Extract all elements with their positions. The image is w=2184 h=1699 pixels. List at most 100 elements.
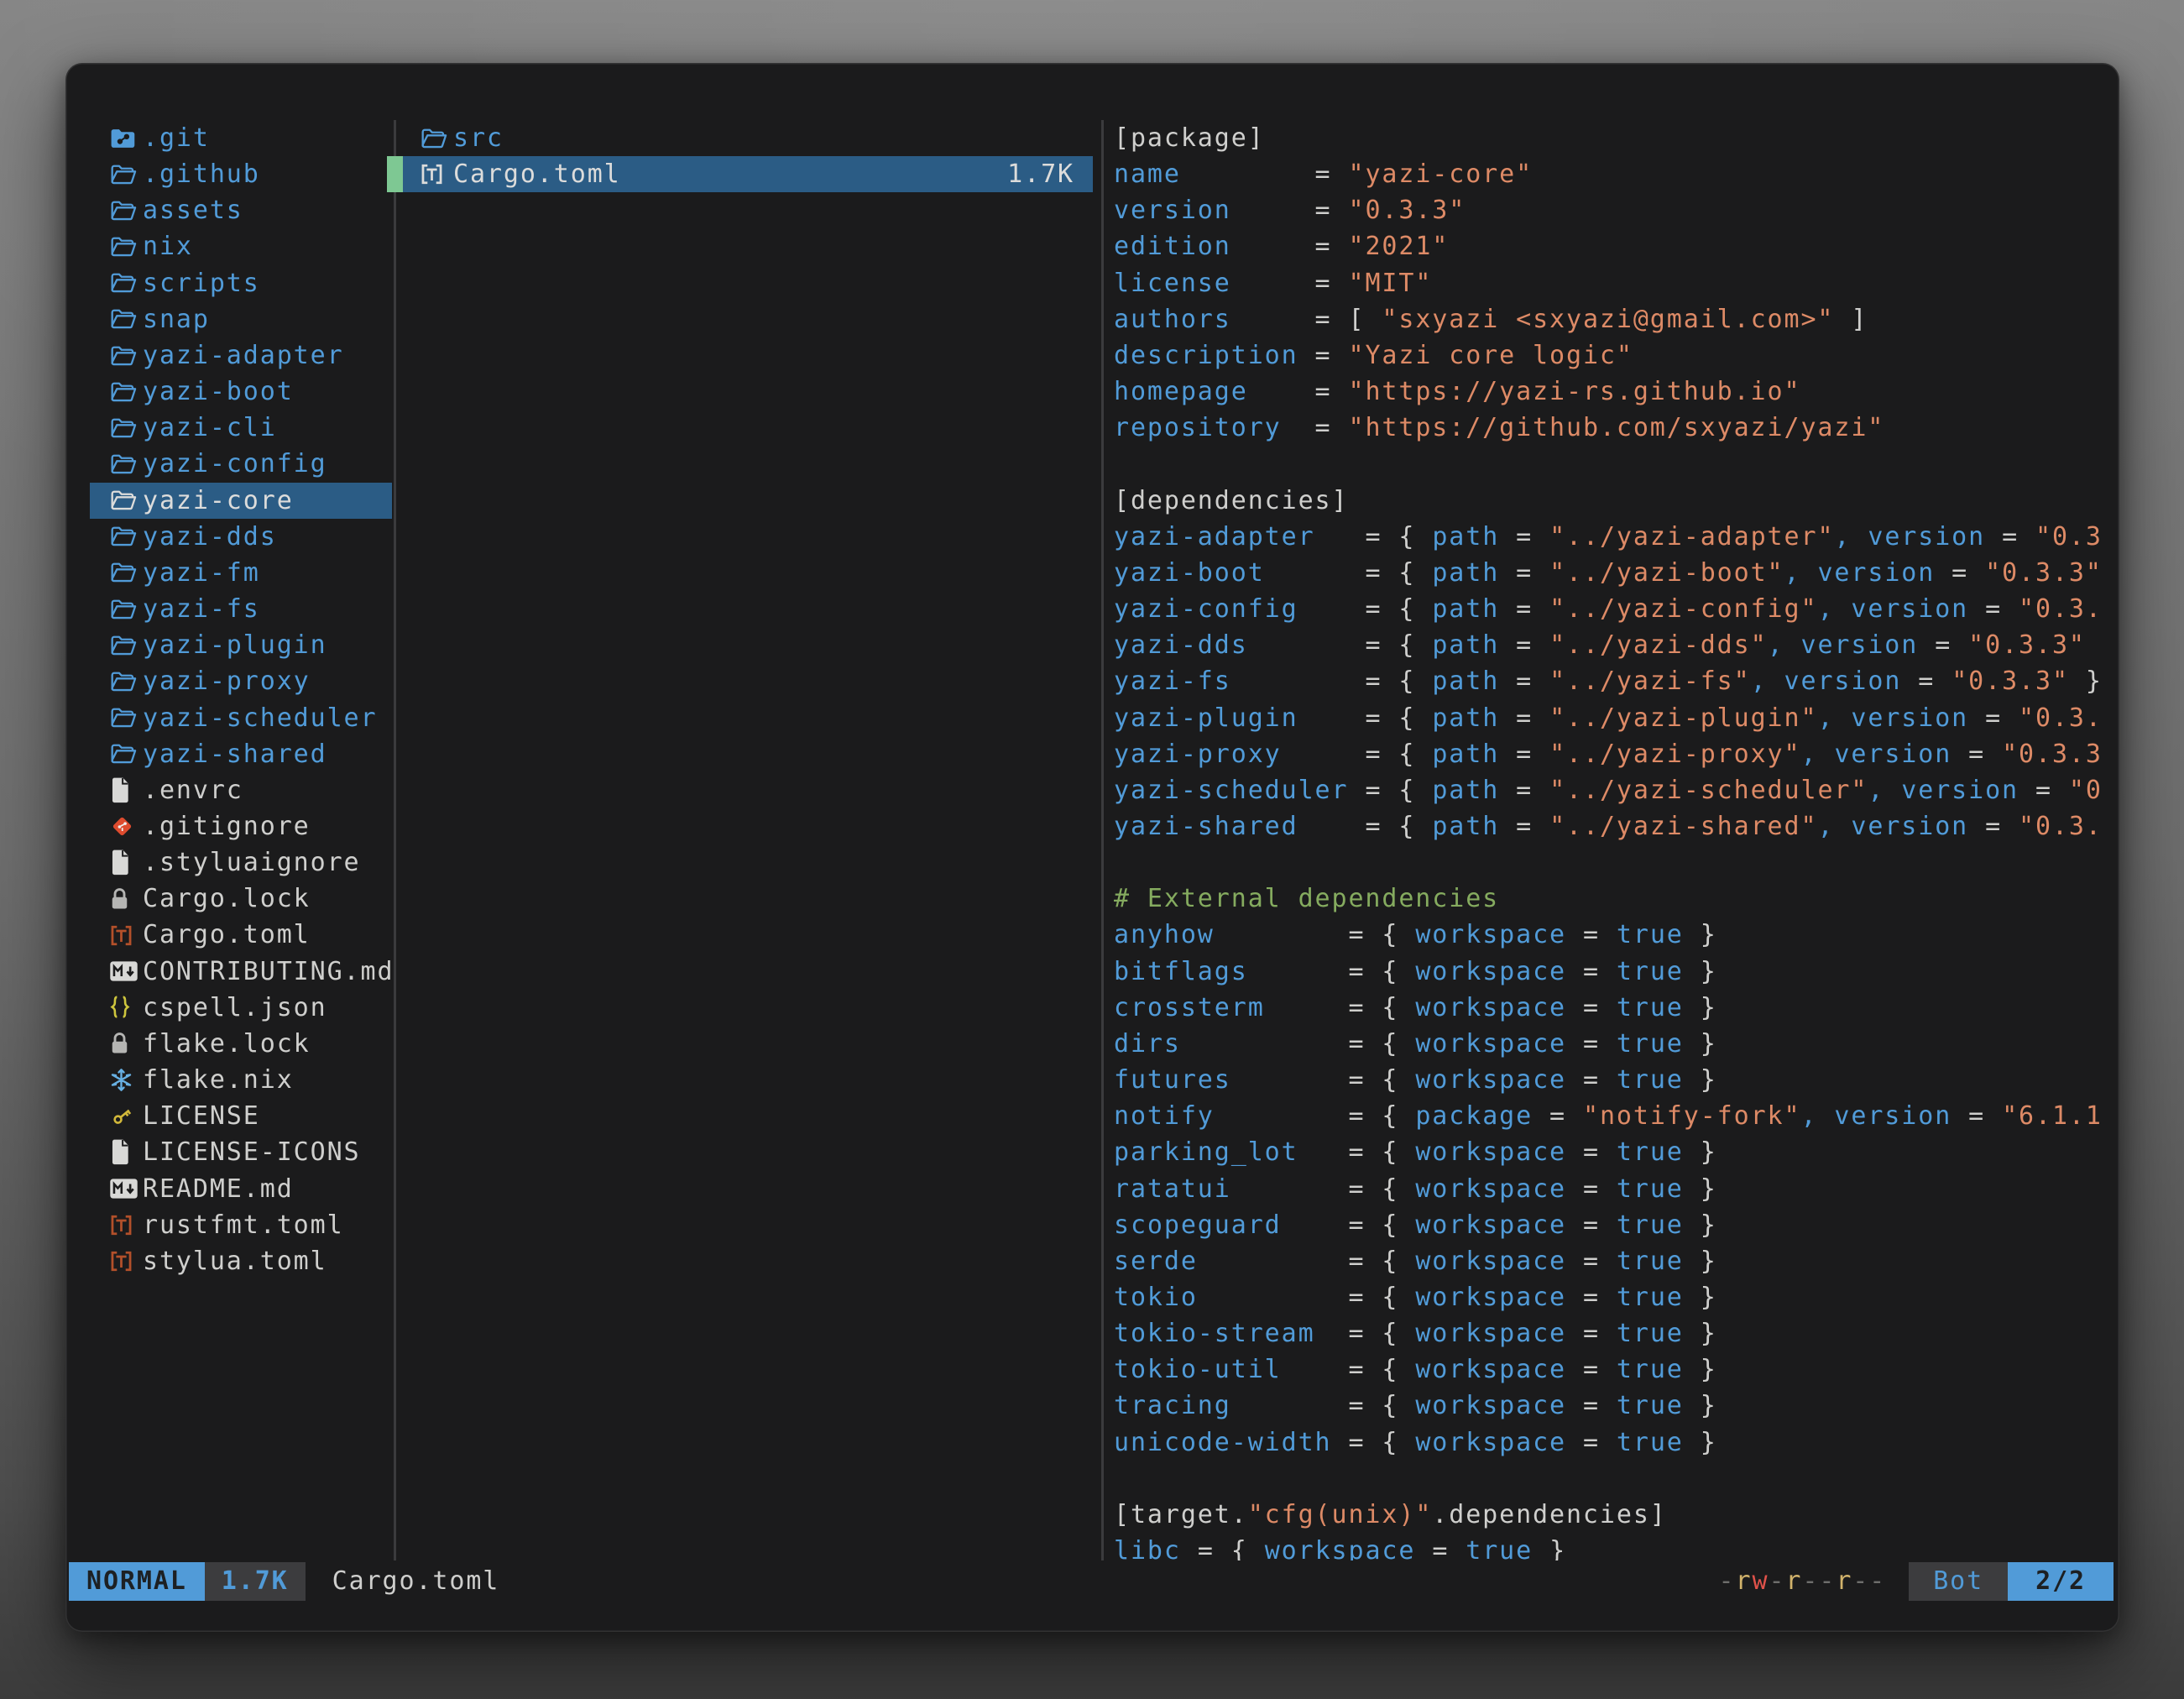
toml-icon: [109, 1213, 143, 1237]
file-icon: [109, 1139, 143, 1165]
row-license[interactable]: LICENSE: [90, 1098, 392, 1134]
row-contributing-md[interactable]: CONTRIBUTING.md: [90, 954, 392, 990]
row-cargo-toml[interactable]: Cargo.toml1.7K: [387, 156, 1093, 192]
row-git[interactable]: .git: [90, 120, 392, 156]
markdown-icon: [109, 1178, 143, 1200]
row-yazi-shared[interactable]: yazi-shared: [90, 736, 392, 772]
preview-line: homepage = "https://yazi-rs.github.io": [1114, 374, 2118, 410]
file-name: .github: [143, 156, 260, 192]
row-yazi-fm[interactable]: yazi-fm: [90, 555, 392, 591]
current-pane: srcCargo.toml1.7K: [387, 120, 1093, 1560]
preview-line: crossterm = { workspace = true }: [1114, 990, 2118, 1026]
preview-line: bitflags = { workspace = true }: [1114, 954, 2118, 990]
row-snap[interactable]: snap: [90, 301, 392, 337]
preview-line: [package]: [1114, 120, 2118, 156]
row-flake-nix[interactable]: flake.nix: [90, 1062, 392, 1098]
row-nix[interactable]: nix: [90, 228, 392, 264]
preview-line: yazi-boot = { path = "../yazi-boot", ver…: [1114, 555, 2118, 591]
preview-line: tokio-util = { workspace = true }: [1114, 1351, 2118, 1388]
preview-line: unicode-width = { workspace = true }: [1114, 1425, 2118, 1461]
row-src[interactable]: src: [387, 120, 1093, 156]
file-size-indicator: 1.7K: [205, 1562, 306, 1601]
preview-line: yazi-adapter = { path = "../yazi-adapter…: [1114, 519, 2118, 555]
file-name: yazi-adapter: [143, 337, 344, 374]
row-readme-md[interactable]: README.md: [90, 1171, 392, 1207]
file-name: Cargo.toml: [143, 917, 311, 953]
preview-line: parking_lot = { workspace = true }: [1114, 1134, 2118, 1170]
preview-line: repository = "https://github.com/sxyazi/…: [1114, 410, 2118, 446]
file-name: src: [453, 120, 504, 156]
folder-icon: [109, 198, 143, 223]
file-name: yazi-dds: [143, 519, 277, 555]
folder-icon: [109, 162, 143, 187]
row-license-icons[interactable]: LICENSE-ICONS: [90, 1134, 392, 1170]
status-bar: NORMAL 1.7K Cargo.toml -rw-r--r-- Bot 2/…: [69, 1562, 2113, 1601]
preview-line: yazi-scheduler = { path = "../yazi-sched…: [1114, 772, 2118, 808]
row-stylua-toml[interactable]: stylua.toml: [90, 1243, 392, 1279]
file-name: snap: [143, 301, 210, 337]
folder-icon: [109, 597, 143, 622]
file-icon: [109, 850, 143, 876]
row-scripts[interactable]: scripts: [90, 265, 392, 301]
preview-line: serde = { workspace = true }: [1114, 1243, 2118, 1279]
file-name: .git: [143, 120, 210, 156]
preview-line: edition = "2021": [1114, 228, 2118, 264]
preview-line: version = "0.3.3": [1114, 192, 2118, 228]
row-yazi-core[interactable]: yazi-core: [90, 483, 392, 519]
row-yazi-fs[interactable]: yazi-fs: [90, 591, 392, 627]
row-yazi-proxy[interactable]: yazi-proxy: [90, 663, 392, 699]
preview-line: yazi-plugin = { path = "../yazi-plugin",…: [1114, 700, 2118, 736]
preview-line: tracing = { workspace = true }: [1114, 1388, 2118, 1424]
row-yazi-adapter[interactable]: yazi-adapter: [90, 337, 392, 374]
row-flake-lock[interactable]: flake.lock: [90, 1026, 392, 1062]
row-yazi-scheduler[interactable]: yazi-scheduler: [90, 700, 392, 736]
file-name: yazi-core: [143, 483, 294, 519]
file-name: scripts: [143, 265, 260, 301]
preview-line: description = "Yazi core logic": [1114, 337, 2118, 374]
markdown-icon: [109, 960, 143, 982]
toml-icon: [109, 923, 143, 948]
preview-pane[interactable]: [package]name = "yazi-core"version = "0.…: [1114, 120, 2118, 1560]
row-assets[interactable]: assets: [90, 192, 392, 228]
folder-icon: [109, 306, 143, 332]
row-yazi-boot[interactable]: yazi-boot: [90, 374, 392, 410]
file-name: yazi-fm: [143, 555, 260, 591]
folder-icon: [109, 741, 143, 766]
json-icon: [109, 995, 143, 1021]
selection-marker: [387, 120, 403, 156]
cursor-position-indicator: 2/2: [2008, 1562, 2113, 1601]
row-cargo-toml[interactable]: Cargo.toml: [90, 917, 392, 953]
toml-icon: [420, 162, 453, 186]
row-yazi-dds[interactable]: yazi-dds: [90, 519, 392, 555]
mode-indicator: NORMAL: [69, 1562, 205, 1601]
row-gitignore[interactable]: .gitignore: [90, 808, 392, 844]
folder-icon: [109, 379, 143, 405]
row-cargo-lock[interactable]: Cargo.lock: [90, 881, 392, 917]
row-styluaignore[interactable]: .styluaignore: [90, 844, 392, 881]
row-rustfmt-toml[interactable]: rustfmt.toml: [90, 1207, 392, 1243]
preview-line: # External dependencies: [1114, 881, 2118, 917]
row-envrc[interactable]: .envrc: [90, 772, 392, 808]
folder-icon: [109, 633, 143, 658]
row-cspell-json[interactable]: cspell.json: [90, 990, 392, 1026]
row-yazi-cli[interactable]: yazi-cli: [90, 410, 392, 446]
folder-icon: [109, 705, 143, 730]
folder-icon: [109, 524, 143, 549]
toml-icon: [109, 1249, 143, 1273]
file-name: rustfmt.toml: [143, 1207, 344, 1243]
row-github[interactable]: .github: [90, 156, 392, 192]
row-yazi-config[interactable]: yazi-config: [90, 446, 392, 482]
folder-icon: [109, 560, 143, 585]
file-name: yazi-config: [143, 446, 327, 482]
preview-line: yazi-dds = { path = "../yazi-dds", versi…: [1114, 627, 2118, 663]
lock-icon: [109, 1031, 143, 1056]
preview-line: yazi-shared = { path = "../yazi-shared",…: [1114, 808, 2118, 844]
folder-icon: [420, 126, 453, 151]
file-name: .gitignore: [143, 808, 311, 844]
row-yazi-plugin[interactable]: yazi-plugin: [90, 627, 392, 663]
preview-line: [target."cfg(unix)".dependencies]: [1114, 1497, 2118, 1533]
preview-line: authors = [ "sxyazi <sxyazi@gmail.com>" …: [1114, 301, 2118, 337]
desktop-background: .git.githubassetsnixscriptssnapyazi-adap…: [0, 0, 2184, 1699]
file-name: yazi-cli: [143, 410, 277, 446]
pane-separator: [1101, 120, 1104, 1560]
